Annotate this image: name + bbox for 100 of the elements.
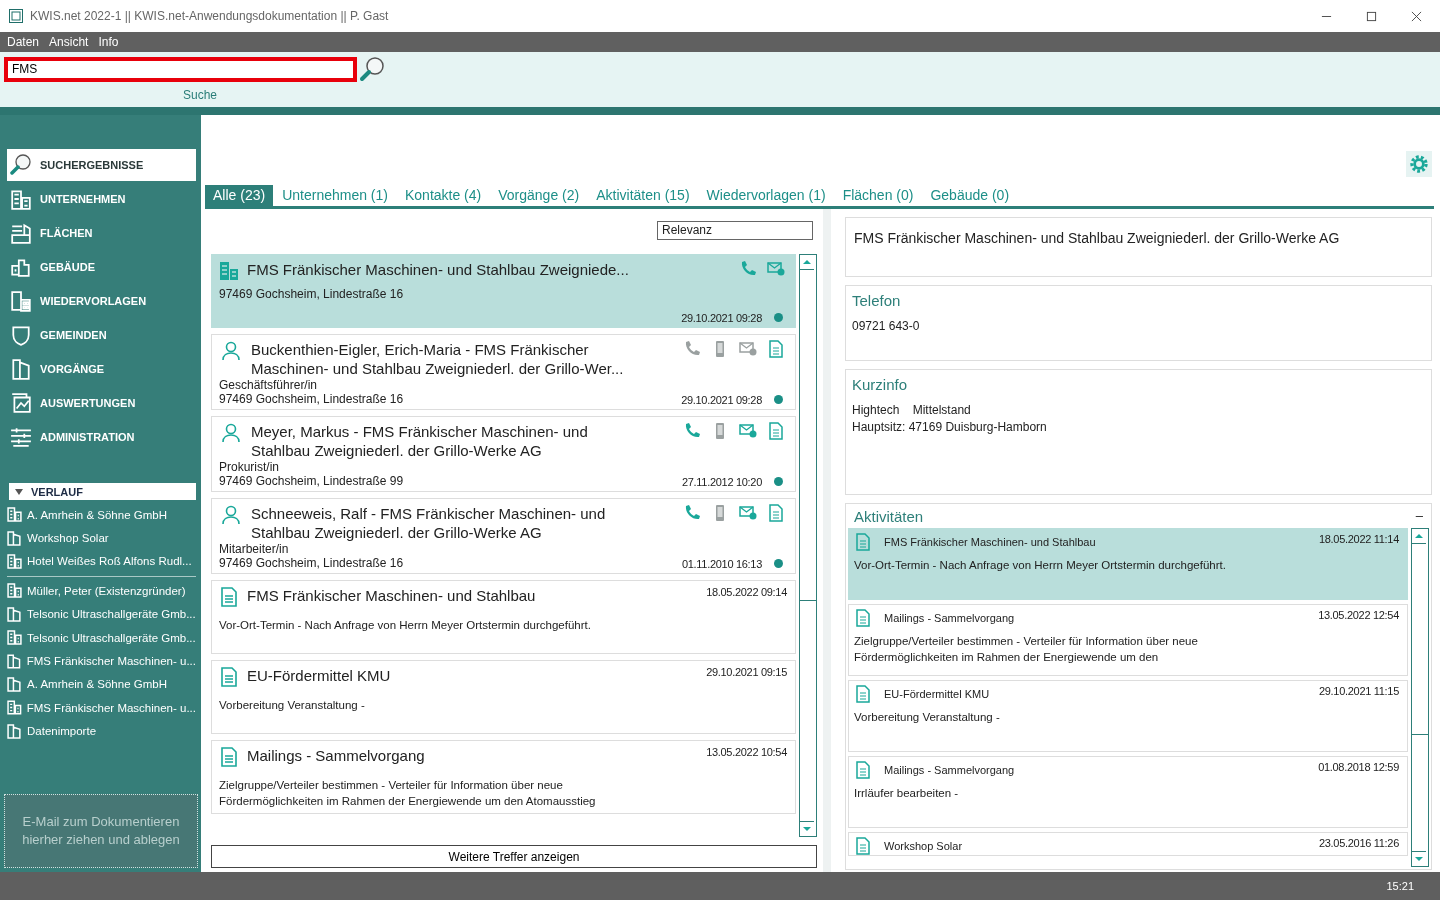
- sort-dropdown[interactable]: Relevanz: [657, 221, 813, 240]
- tab[interactable]: Alle (23): [205, 185, 274, 206]
- result-address: 97469 Gochsheim, Lindestraße 16: [219, 287, 405, 301]
- history-label: A. Amrhein & Söhne GmbH: [27, 678, 167, 691]
- scrollbar[interactable]: [799, 254, 817, 837]
- info-line: Hightech Mittelstand: [852, 403, 972, 417]
- document-icon[interactable]: [767, 504, 785, 522]
- result-text: Vor-Ort-Termin - Nach Anfrage von Herrn Meyer Ortstermin durchgeführt.: [219, 618, 592, 633]
- document-icon: [854, 685, 872, 703]
- activity-card[interactable]: EU-Fördermittel KMU 29.10.2021 11:15 Vorbereitung Veranstaltung -: [848, 680, 1408, 752]
- result-card[interactable]: Buckenthien-Eigler, Erich-Maria - FMS Fränkischer Maschinen- und Stahlbau Zweigniederl. der Grillo-Wer... Geschäftsführer/in 97469 Gochsheim, Lindestraße 16 29.10.2021 09:28: [211, 334, 796, 410]
- status-dot: [774, 313, 783, 322]
- more-results-button[interactable]: Weitere Treffer anzeigen: [211, 845, 817, 868]
- result-title: FMS Fränkischer Maschinen- und Stahlbau Zweigniede...: [247, 260, 630, 280]
- nav-item[interactable]: SUCHERGEBNISSE: [7, 149, 196, 181]
- history-item[interactable]: Telsonic Ultraschallgeräte Gmb...: [7, 625, 196, 650]
- search-field[interactable]: FMS: [4, 56, 357, 82]
- phone-icon[interactable]: [683, 340, 701, 358]
- activity-text: Vorbereitung Veranstaltung -: [854, 710, 1001, 725]
- history-header[interactable]: VERLAUF: [9, 483, 196, 500]
- result-date: 27.11.2012 10:20: [681, 476, 762, 488]
- mail-icon[interactable]: [739, 340, 757, 358]
- tab[interactable]: Flächen (0): [834, 185, 922, 206]
- tab[interactable]: Gebäude (0): [922, 185, 1018, 206]
- nav-item[interactable]: GEBÄUDE: [7, 251, 196, 283]
- mail-icon[interactable]: [739, 422, 757, 440]
- history-item[interactable]: Müller, Peter (Existenzgründer): [7, 579, 196, 603]
- phone-icon[interactable]: [739, 260, 757, 278]
- history-title: VERLAUF: [31, 485, 83, 498]
- nav-item[interactable]: UNTERNEHMEN: [7, 183, 196, 215]
- history-item[interactable]: Telsonic Ultraschallgeräte Gmb...: [7, 602, 196, 626]
- result-address: 97469 Gochsheim, Lindestraße 16: [219, 556, 405, 570]
- result-card[interactable]: EU-Fördermittel KMU 29.10.2021 09:15 Vorbereitung Veranstaltung -: [211, 660, 796, 734]
- phone-icon[interactable]: [683, 422, 701, 440]
- result-card[interactable]: FMS Fränkischer Maschinen- und Stahlbau Zweigniede... 97469 Gochsheim, Lindestraße 16 29.10.2021 09:28: [211, 254, 796, 328]
- result-card[interactable]: Meyer, Markus - FMS Fränkischer Maschinen- und Stahlbau Zweigniederl. der Grillo-Werke AG Prokurist/in 97469 Gochsheim, Lindestraße 99 27.11.2012 10:20: [211, 416, 796, 492]
- settings-icon[interactable]: [1406, 151, 1432, 177]
- history-icon: [7, 530, 22, 546]
- nav-item[interactable]: WIEDERVORLAGEN: [7, 285, 196, 317]
- document-icon: [219, 667, 239, 687]
- history-item[interactable]: Workshop Solar: [7, 526, 196, 550]
- mail-icon[interactable]: [739, 504, 757, 522]
- menu-item[interactable]: Daten: [7, 35, 40, 49]
- tab[interactable]: Vorgänge (2): [490, 185, 588, 206]
- result-date: 29.10.2021 09:28: [681, 394, 762, 406]
- info-line: Hauptsitz: 47169 Duisburg-Hamborn: [852, 420, 1048, 434]
- email-drop-zone[interactable]: E-Mail zum Dokumentieren hierher ziehen und ablegen: [4, 794, 198, 868]
- search-label: Suche: [183, 88, 218, 102]
- nav-item[interactable]: VORGÄNGE: [7, 353, 196, 385]
- activity-title: Workshop Solar: [884, 840, 964, 852]
- mail-icon[interactable]: [767, 260, 785, 278]
- menu-item[interactable]: Info: [98, 35, 119, 49]
- result-card[interactable]: Mailings - Sammelvorgang 13.05.2022 10:54 Zielgruppe/Verteiler bestimmen - Verteiler für Information über neue Fördermöglichkeiten im Rahmen der Energiewende um den Atomausstieg: [211, 740, 796, 814]
- document-icon: [854, 533, 872, 551]
- scrollbar[interactable]: [1411, 528, 1429, 867]
- history-icon: [7, 583, 22, 599]
- tab[interactable]: Kontakte (4): [396, 185, 490, 206]
- menu-item[interactable]: Ansicht: [49, 35, 89, 49]
- nav-item[interactable]: GEMEINDEN: [7, 319, 196, 351]
- result-card[interactable]: FMS Fränkischer Maschinen- und Stahlbau 18.05.2022 09:14 Vor-Ort-Termin - Nach Anfrage von Herrn Meyer Ortstermin durchgeführt.: [211, 580, 796, 654]
- history-icon: [7, 700, 22, 716]
- tab[interactable]: Unternehmen (1): [274, 185, 396, 206]
- document-icon[interactable]: [767, 422, 785, 440]
- history-label: Hotel Weißes Roß Alfons Rudl...: [27, 555, 192, 568]
- nav-item[interactable]: AUSWERTUNGEN: [7, 387, 196, 419]
- search-icon[interactable]: [359, 56, 385, 82]
- nav-item[interactable]: ADMINISTRATION: [7, 421, 196, 453]
- person-icon: [221, 423, 241, 443]
- history-item[interactable]: FMS Fränkischer Maschinen- u...: [7, 696, 196, 720]
- history-item[interactable]: A. Amrhein & Söhne GmbH: [7, 503, 196, 527]
- phone-icon[interactable]: [683, 504, 701, 522]
- nav-item[interactable]: FLÄCHEN: [7, 217, 196, 249]
- result-role: Geschäftsführer/in: [219, 378, 319, 392]
- nav-icon: [10, 290, 32, 312]
- activity-card[interactable]: Mailings - Sammelvorgang 01.08.2018 12:59 Irrläufer bearbeiten -: [848, 756, 1408, 828]
- activity-card[interactable]: FMS Fränkischer Maschinen- und Stahlbau 18.05.2022 11:14 Vor-Ort-Termin - Nach Anfrage von Herrn Meyer Ortstermin durchgeführt.: [848, 528, 1408, 600]
- collapse-button[interactable]: –: [1415, 508, 1423, 525]
- activity-card[interactable]: Mailings - Sammelvorgang 13.05.2022 12:54 Zielgruppe/Verteiler bestimmen - Verteiler für Information über neue Fördermöglichkeiten im Rahmen der Energiewende um den: [848, 604, 1408, 676]
- activity-card[interactable]: Workshop Solar 23.05.2016 11:26: [848, 832, 1408, 856]
- history-item[interactable]: A. Amrhein & Söhne GmbH: [7, 672, 196, 697]
- activity-date: 13.05.2022 12:54: [1318, 609, 1399, 621]
- result-text: Zielgruppe/Verteiler bestimmen - Verteiler für Information über neue Fördermöglichkeiten im Rahmen der Energiewende um den Atomausstieg: [219, 778, 597, 809]
- history-item[interactable]: Datenimporte: [7, 719, 196, 743]
- history-item[interactable]: Hotel Weißes Roß Alfons Rudl...: [7, 549, 196, 574]
- result-text: Vorbereitung Veranstaltung -: [219, 698, 366, 713]
- close-icon[interactable]: [1411, 10, 1422, 22]
- nav-label: ADMINISTRATION: [40, 431, 135, 443]
- status-dot: [774, 559, 783, 568]
- history-icon: [7, 653, 22, 669]
- tab[interactable]: Aktivitäten (15): [588, 185, 698, 206]
- status-dot: [774, 395, 783, 404]
- result-card[interactable]: Schneeweis, Ralf - FMS Fränkischer Maschinen- und Stahlbau Zweigniederl. der Grillo-Werke AG Mitarbeiter/in 97469 Gochsheim, Lindestraße 16 01.11.2010 16:13: [211, 498, 796, 574]
- activity-date: 01.08.2018 12:59: [1318, 761, 1399, 773]
- caret-icon: [14, 486, 24, 497]
- document-icon: [854, 609, 872, 627]
- document-icon[interactable]: [767, 340, 785, 358]
- tab[interactable]: Wiedervorlagen (1): [698, 185, 834, 206]
- history-item[interactable]: FMS Fränkischer Maschinen- u...: [7, 649, 196, 673]
- window-title: KWIS.net 2022-1 || KWIS.net-Anwendungsdokumentation || P. Gast: [30, 9, 390, 23]
- maximize-icon[interactable]: [1366, 10, 1377, 22]
